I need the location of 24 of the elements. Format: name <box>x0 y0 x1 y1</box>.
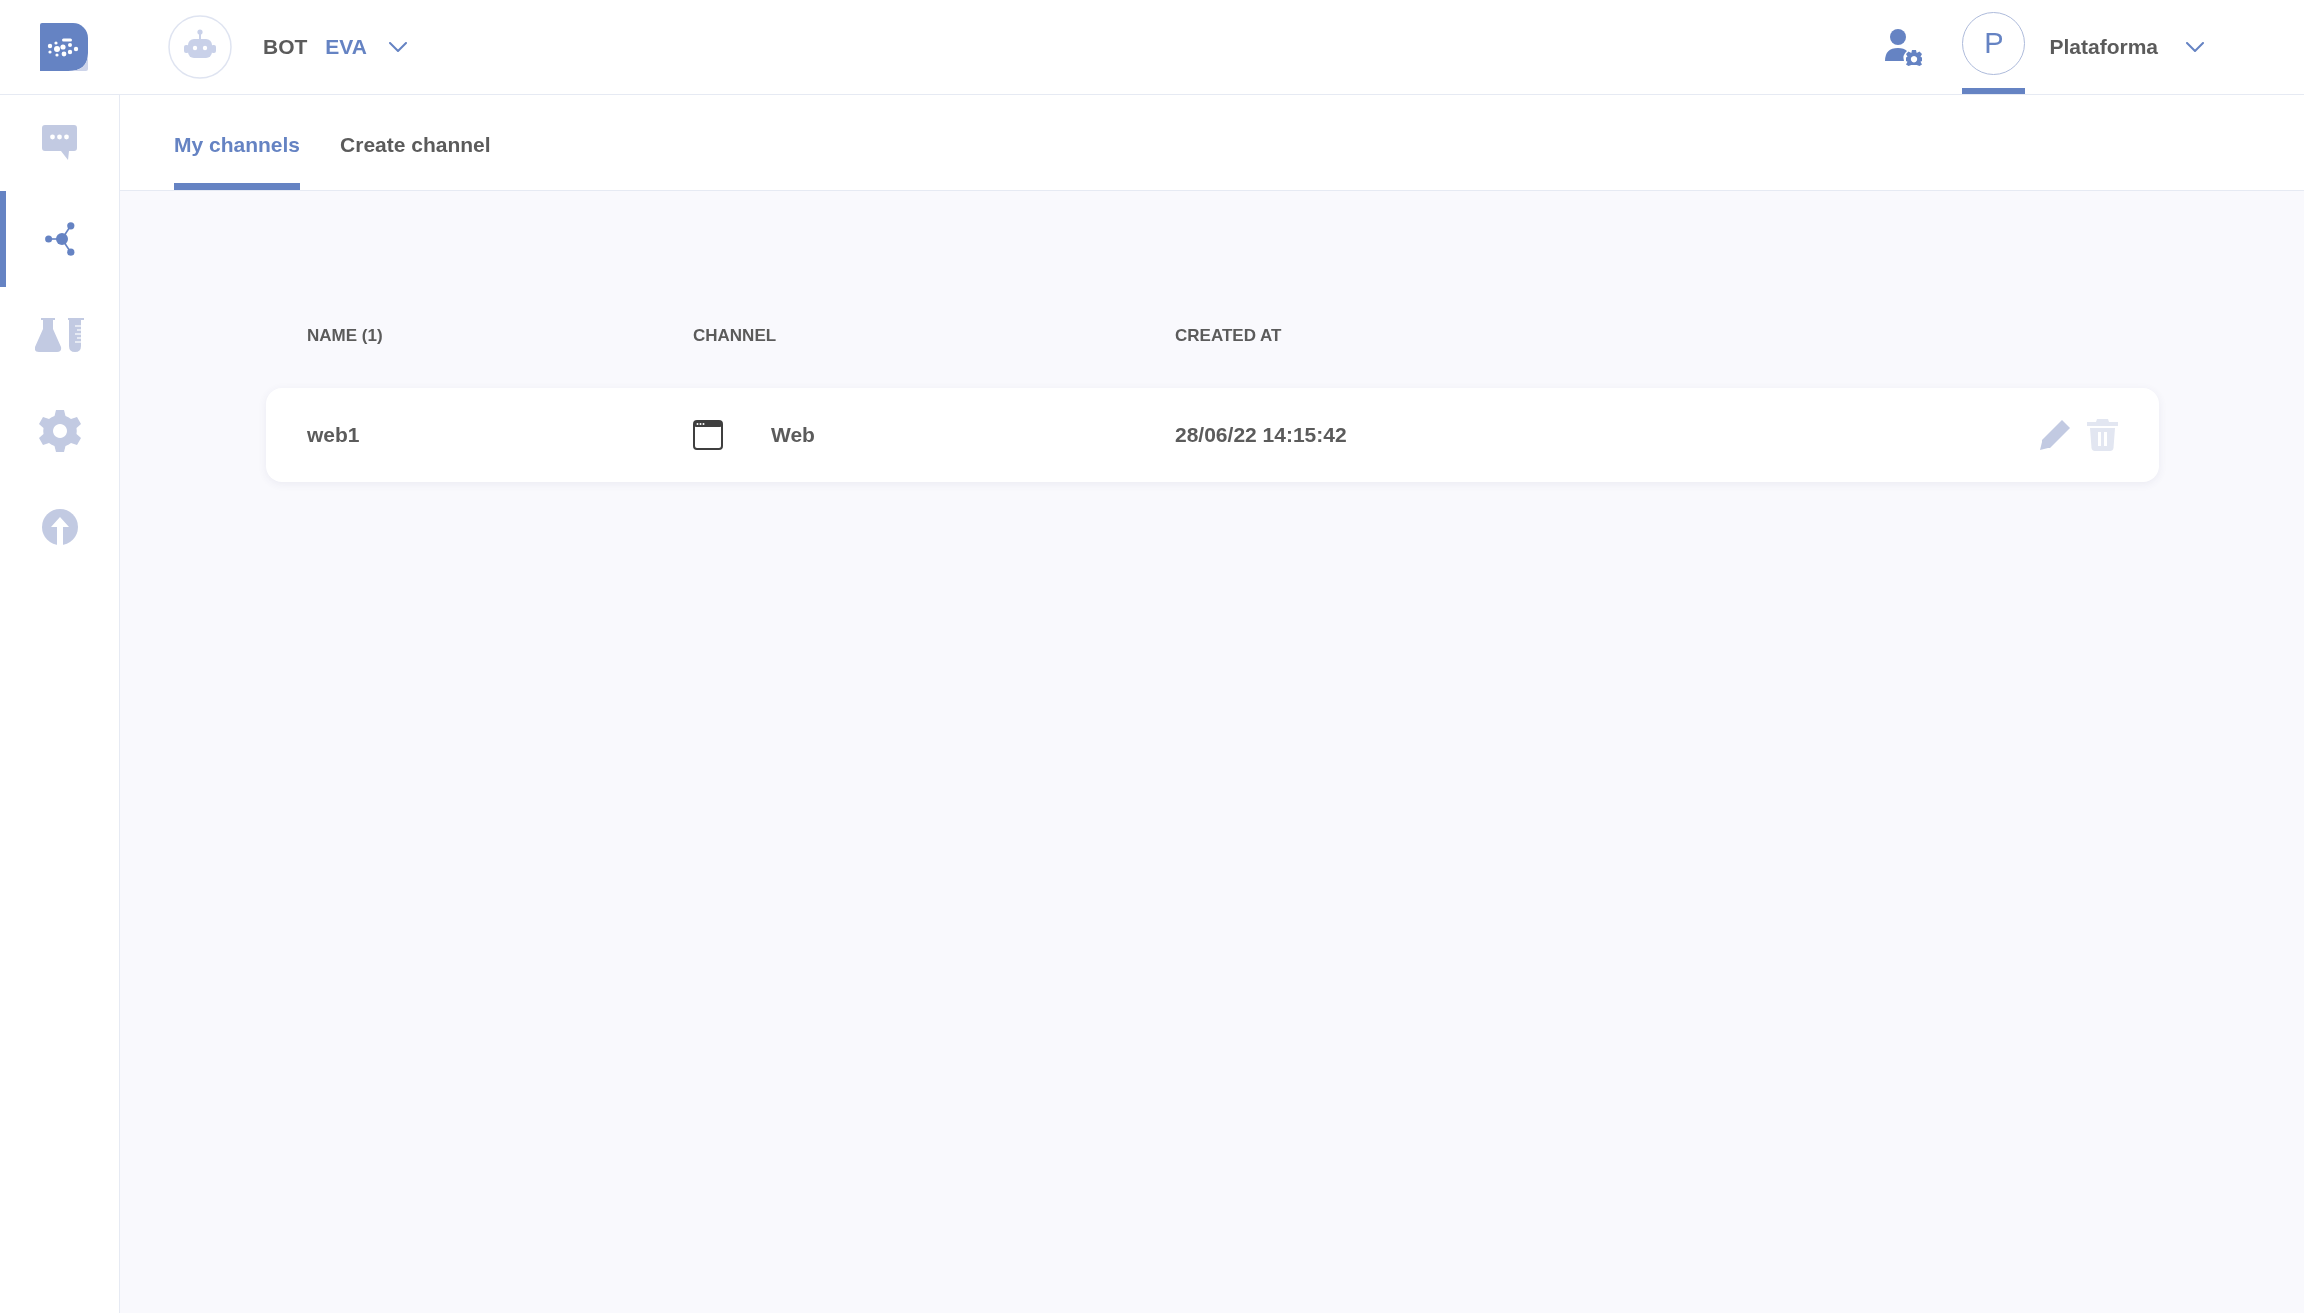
browser-window-icon <box>693 420 723 450</box>
app-logo <box>40 23 88 71</box>
table-cell: Web <box>771 423 815 447</box>
workspace-selector[interactable]: Plataforma <box>2049 31 2204 63</box>
bot-selector[interactable]: BOT EVA <box>263 31 407 63</box>
settings-gear-icon <box>38 410 81 452</box>
table-cell: 28/06/22 14:15:42 <box>1175 423 1347 447</box>
table-cell: web1 <box>307 423 360 447</box>
column-header: NAME (1) <box>307 326 383 346</box>
column-header: CHANNEL <box>693 326 777 346</box>
connected-nodes-icon <box>44 222 75 256</box>
user-settings-button[interactable] <box>1885 28 1923 66</box>
flask-and-test-tube-icon <box>35 318 84 352</box>
delete-button[interactable] <box>2087 419 2118 451</box>
chevron-down-icon <box>388 42 407 52</box>
pencil-icon <box>2040 420 2070 450</box>
edit-button[interactable] <box>2040 420 2070 450</box>
column-header: CREATED AT <box>1175 326 1282 346</box>
robot-avatar-icon <box>168 15 232 79</box>
chevron-down-icon <box>2186 42 2204 52</box>
tab[interactable]: Create channel <box>340 95 491 190</box>
chat-bubble-icon <box>42 125 77 161</box>
trash-icon <box>2087 419 2118 451</box>
user-with-gear-icon <box>1885 28 1923 66</box>
